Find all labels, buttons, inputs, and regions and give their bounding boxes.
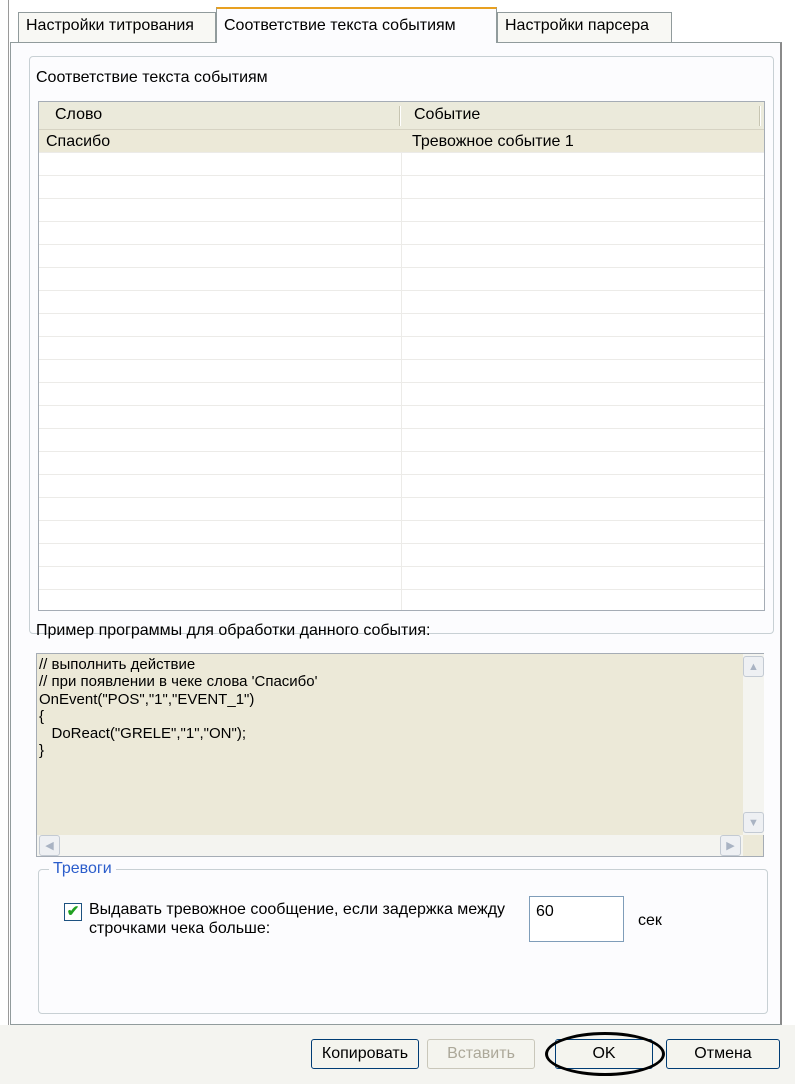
column-separator[interactable] (399, 106, 401, 126)
cancel-button[interactable]: Отмена (666, 1039, 780, 1069)
table-row[interactable] (39, 222, 764, 245)
list-header: Слово Событие (39, 102, 764, 130)
copy-button[interactable]: Копировать (311, 1039, 419, 1069)
ok-highlight-ring (545, 1032, 665, 1076)
mapping-list[interactable]: Слово Событие Спасибо Тревожное событие 1 (38, 101, 765, 611)
table-row[interactable] (39, 429, 764, 452)
table-row[interactable] (39, 291, 764, 314)
table-row[interactable] (39, 360, 764, 383)
column-header-event[interactable]: Событие (414, 106, 480, 124)
unit-label: сек (638, 912, 662, 929)
delay-input[interactable]: 60 (529, 896, 624, 942)
table-row[interactable] (39, 452, 764, 475)
down-arrow-icon[interactable]: ▼ (743, 812, 764, 833)
table-row[interactable] (39, 475, 764, 498)
vertical-scrollbar[interactable]: ▲ ▼ (743, 654, 764, 835)
table-row[interactable] (39, 521, 764, 544)
right-arrow-icon[interactable]: ▶ (720, 835, 741, 856)
example-label: Пример программы для обработки данного с… (36, 622, 431, 639)
left-arrow-icon[interactable]: ◀ (39, 835, 60, 856)
window-left-edge (0, 0, 9, 1084)
alarms-group-box (38, 869, 768, 1014)
example-code-box[interactable]: // выполнить действие // при появлении в… (36, 653, 764, 857)
delay-alarm-label[interactable]: Выдавать тревожное сообщение, если задер… (89, 900, 529, 938)
table-row[interactable] (39, 268, 764, 291)
alarms-legend: Тревоги (49, 860, 116, 878)
table-row[interactable] (39, 199, 764, 222)
column-separator[interactable] (759, 106, 761, 126)
table-row[interactable] (39, 383, 764, 406)
table-row[interactable] (39, 314, 764, 337)
delay-alarm-checkbox[interactable]: ✔ (64, 903, 82, 921)
table-row[interactable] (39, 153, 764, 176)
table-row[interactable] (39, 590, 764, 610)
list-rows: Спасибо Тревожное событие 1 (39, 130, 764, 610)
events-group-title: Соответствие текста событиям (36, 69, 268, 86)
tab-text-event-mapping[interactable]: Соответствие текста событиям (216, 7, 497, 43)
table-row[interactable] (39, 544, 764, 567)
example-code: // выполнить действие // при появлении в… (39, 656, 318, 760)
column-header-word[interactable]: Слово (55, 106, 102, 124)
cell-word: Спасибо (46, 133, 111, 150)
checkmark-icon: ✔ (66, 903, 80, 920)
table-row[interactable] (39, 498, 764, 521)
table-row[interactable] (39, 176, 764, 199)
table-row[interactable] (39, 406, 764, 429)
table-row[interactable] (39, 245, 764, 268)
up-arrow-icon[interactable]: ▲ (743, 656, 764, 677)
paste-button[interactable]: Вставить (427, 1039, 535, 1069)
tab-titling-settings[interactable]: Настройки титрования (18, 12, 216, 42)
tab-parser-settings[interactable]: Настройки парсера (497, 12, 672, 42)
table-row[interactable] (39, 567, 764, 590)
table-row[interactable] (39, 337, 764, 360)
table-row[interactable]: Спасибо Тревожное событие 1 (39, 130, 764, 153)
cell-event: Тревожное событие 1 (412, 133, 574, 150)
horizontal-scrollbar[interactable]: ◀ ▶ (37, 835, 743, 856)
